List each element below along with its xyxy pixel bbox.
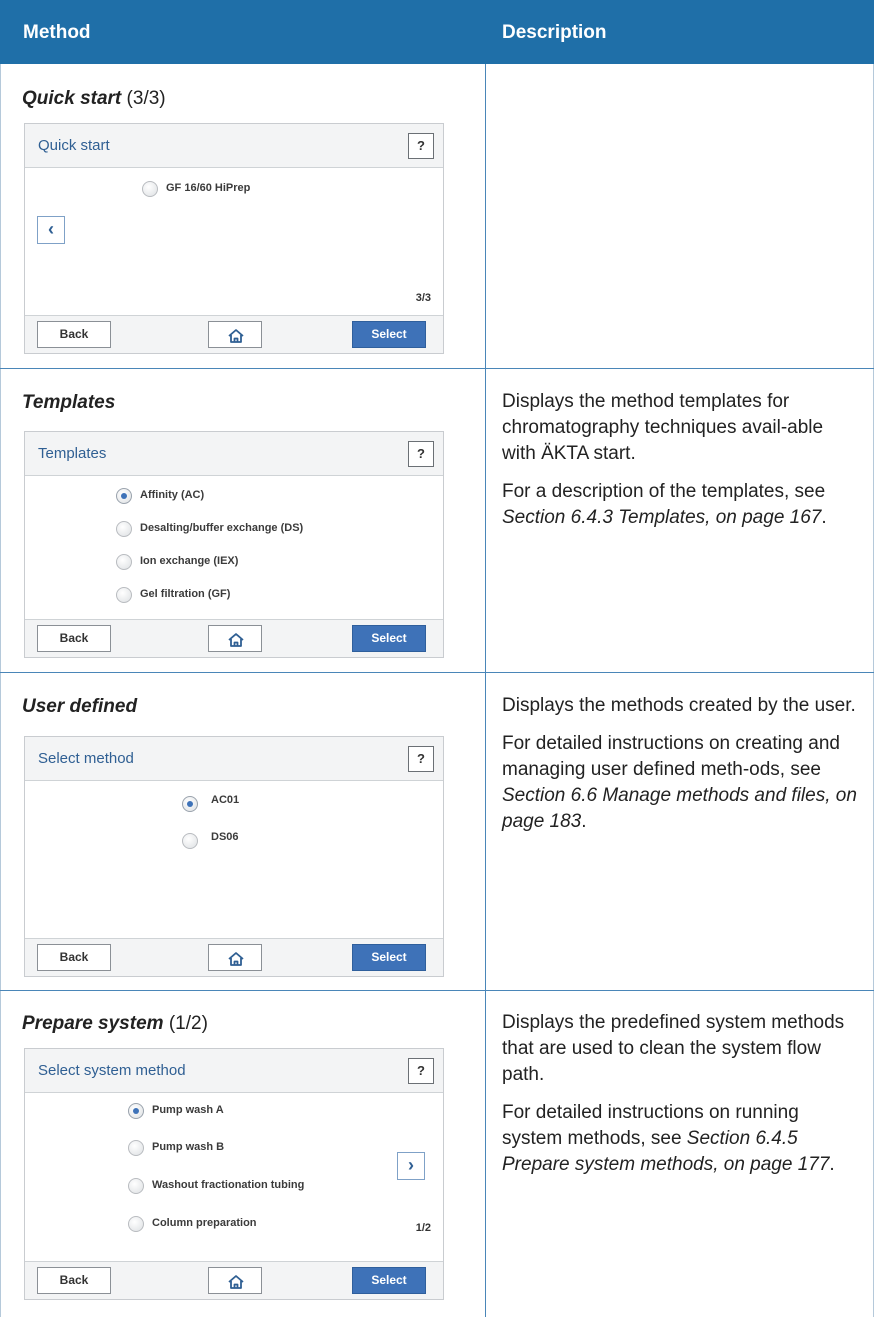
option-label: Column preparation [152,1217,257,1229]
row-divider [0,368,874,369]
row-divider [0,990,874,991]
row-title-suffix: (1/2) [163,1013,208,1034]
help-button[interactable]: ? [408,1058,434,1084]
description-paragraph: For detailed instructions on creating an… [502,731,862,835]
description-text: For a description of the templates, see [502,481,826,502]
row-title-suffix: (3/3) [121,88,166,109]
section-reference-link[interactable]: Section 6.4.3 Templates, on page 167 [502,507,821,528]
chevron-right-icon[interactable]: › [397,1152,425,1180]
screen-title: Select method [38,750,134,767]
row-divider [0,672,874,673]
option-label: Affinity (AC) [140,489,205,501]
option-label: Pump wash A [152,1104,224,1116]
description-paragraph: Displays the predefined system methods t… [502,1010,862,1088]
radio-desalting[interactable] [116,521,132,537]
page-indicator: 3/3 [415,292,431,304]
column-divider [485,64,486,1317]
screen-title: Quick start [38,137,110,154]
row-title-templates: Templates [22,392,115,414]
option-label: Pump wash B [152,1141,225,1153]
prepare-system-screen: Select system method ? Pump wash A Pump … [24,1048,444,1300]
radio-gf-16-60-hiprep[interactable] [142,181,158,197]
back-button[interactable]: Back [37,944,111,971]
screen-footer: Back Select [25,315,443,353]
description-text: Displays the predefined system methods t… [502,1012,845,1085]
column-header-description: Description [502,22,607,43]
home-button[interactable] [208,321,262,348]
radio-affinity[interactable] [116,488,132,504]
screen-title: Select system method [38,1062,186,1079]
home-icon [228,329,244,343]
row-title-bold: Templates [22,392,116,413]
user-defined-description: Displays the methods created by the user… [502,693,862,847]
templates-description: Displays the method templates for chroma… [502,389,862,543]
screen-header: Quick start ? [25,124,443,168]
screen-footer: Back Select [25,1261,443,1299]
select-button[interactable]: Select [352,321,426,348]
row-title-bold: Quick start [22,88,122,109]
radio-ac01[interactable] [182,796,198,812]
back-button[interactable]: Back [37,625,111,652]
row-title-prepare-system: Prepare system (1/2) [22,1013,208,1035]
row-title-bold: User defined [22,696,138,717]
screen-footer: Back Select [25,619,443,657]
home-button[interactable] [208,1267,262,1294]
help-button[interactable]: ? [408,441,434,467]
description-paragraph: For a description of the templates, see … [502,479,862,531]
row-title-quick-start: Quick start (3/3) [22,88,166,110]
help-button[interactable]: ? [408,746,434,772]
description-paragraph: For detailed instructions on running sys… [502,1100,862,1178]
help-button[interactable]: ? [408,133,434,159]
description-text: Displays the method templates for chroma… [502,391,824,464]
home-button[interactable] [208,944,262,971]
radio-column-preparation[interactable] [128,1216,144,1232]
prepare-system-description: Displays the predefined system methods t… [502,1010,862,1190]
option-label: Gel filtration (GF) [140,588,231,600]
option-label: GF 16/60 HiPrep [166,182,251,194]
description-text: Displays the methods created by the user… [502,695,856,716]
back-button[interactable]: Back [37,1267,111,1294]
section-reference-link[interactable]: Section 6.6 Manage methods and files, on… [502,785,857,832]
description-paragraph: Displays the methods created by the user… [502,693,862,719]
description-tail: . [829,1154,835,1175]
radio-ion-exchange[interactable] [116,554,132,570]
row-title-user-defined: User defined [22,696,137,718]
screen-header: Select system method ? [25,1049,443,1093]
table-header: Method Description [0,0,874,64]
screen-footer: Back Select [25,938,443,976]
home-icon [228,1275,244,1289]
screen-header: Templates ? [25,432,443,476]
back-button[interactable]: Back [37,321,111,348]
radio-washout-fractionation-tubing[interactable] [128,1178,144,1194]
table-border-left [0,64,1,1317]
row-title-bold: Prepare system [22,1013,164,1034]
home-icon [228,952,244,966]
option-label: AC01 [211,794,240,806]
home-icon [228,633,244,647]
radio-pump-wash-a[interactable] [128,1103,144,1119]
select-button[interactable]: Select [352,1267,426,1294]
description-paragraph: Displays the method templates for chroma… [502,389,862,467]
radio-pump-wash-b[interactable] [128,1140,144,1156]
select-button[interactable]: Select [352,944,426,971]
option-label: Desalting/buffer exchange (DS) [140,522,304,534]
page-indicator: 1/2 [415,1222,431,1234]
description-tail: . [581,811,587,832]
column-header-method: Method [23,22,91,43]
templates-screen: Templates ? Affinity (AC) Desalting/buff… [24,431,444,658]
screen-title: Templates [38,445,107,462]
home-button[interactable] [208,625,262,652]
screen-header: Select method ? [25,737,443,781]
description-text: For detailed instructions on creating an… [502,733,840,780]
user-defined-screen: Select method ? AC01 DS06 Back Select [24,736,444,977]
option-label: DS06 [211,831,239,843]
radio-gel-filtration[interactable] [116,587,132,603]
option-label: Washout fractionation tubing [152,1179,305,1191]
radio-ds06[interactable] [182,833,198,849]
option-label: Ion exchange (IEX) [140,555,239,567]
description-tail: . [821,507,827,528]
chevron-left-icon[interactable]: ‹ [37,216,65,244]
select-button[interactable]: Select [352,625,426,652]
quick-start-screen: Quick start ? GF 16/60 HiPrep ‹ 3/3 Back… [24,123,444,354]
